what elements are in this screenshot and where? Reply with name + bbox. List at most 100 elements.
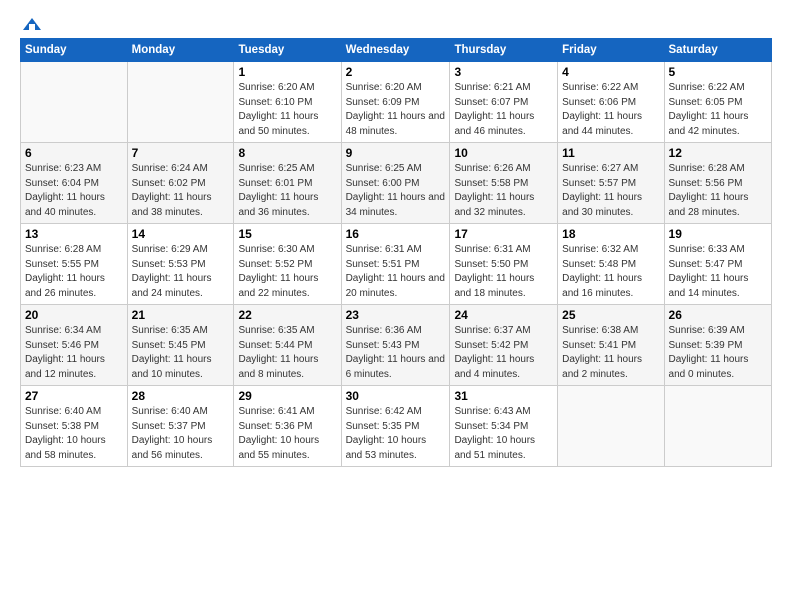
calendar-cell: 24 Sunrise: 6:37 AM Sunset: 5:42 PM Dayli… xyxy=(450,305,558,386)
calendar-week-row: 6 Sunrise: 6:23 AM Sunset: 6:04 PM Daylig… xyxy=(21,143,772,224)
calendar-cell: 13 Sunrise: 6:28 AM Sunset: 5:55 PM Dayli… xyxy=(21,224,128,305)
calendar-cell: 4 Sunrise: 6:22 AM Sunset: 6:06 PM Daylig… xyxy=(558,62,664,143)
day-info: Sunrise: 6:39 AM Sunset: 5:39 PM Dayligh… xyxy=(669,324,767,382)
weekday-header-row: SundayMondayTuesdayWednesdayThursdayFrid… xyxy=(21,39,772,62)
day-number: 9 xyxy=(346,146,446,160)
day-info: Sunrise: 6:36 AM Sunset: 5:43 PM Dayligh… xyxy=(346,324,446,382)
calendar-cell: 2 Sunrise: 6:20 AM Sunset: 6:09 PM Daylig… xyxy=(341,62,450,143)
calendar-cell: 29 Sunrise: 6:41 AM Sunset: 5:36 PM Dayli… xyxy=(234,386,341,467)
day-info: Sunrise: 6:40 AM Sunset: 5:37 PM Dayligh… xyxy=(132,405,230,463)
day-number: 30 xyxy=(346,389,446,403)
day-number: 6 xyxy=(25,146,123,160)
calendar-cell: 16 Sunrise: 6:31 AM Sunset: 5:51 PM Dayli… xyxy=(341,224,450,305)
calendar-cell: 25Sunrise: 6:38 AM Sunset: 5:41 PM Dayli… xyxy=(558,305,664,386)
day-info: Sunrise: 6:29 AM Sunset: 5:53 PM Dayligh… xyxy=(132,243,230,301)
day-info: Sunrise: 6:41 AM Sunset: 5:36 PM Dayligh… xyxy=(238,405,336,463)
day-info: Sunrise: 6:20 AM Sunset: 6:09 PM Dayligh… xyxy=(346,81,446,139)
calendar-cell: 22 Sunrise: 6:35 AM Sunset: 5:44 PM Dayli… xyxy=(234,305,341,386)
calendar-cell: 21 Sunrise: 6:35 AM Sunset: 5:45 PM Dayli… xyxy=(127,305,234,386)
day-number: 26 xyxy=(669,308,767,322)
calendar-cell: 17 Sunrise: 6:31 AM Sunset: 5:50 PM Dayli… xyxy=(450,224,558,305)
day-info: Sunrise: 6:25 AM Sunset: 6:00 PM Dayligh… xyxy=(346,162,446,220)
logo xyxy=(20,16,43,28)
calendar-cell: 12 Sunrise: 6:28 AM Sunset: 5:56 PM Dayli… xyxy=(664,143,771,224)
day-number: 7 xyxy=(132,146,230,160)
day-number: 29 xyxy=(238,389,336,403)
day-info: Sunrise: 6:25 AM Sunset: 6:01 PM Dayligh… xyxy=(238,162,336,220)
calendar-week-row: 27 Sunrise: 6:40 AM Sunset: 5:38 PM Dayli… xyxy=(21,386,772,467)
day-number: 13 xyxy=(25,227,123,241)
day-number: 27 xyxy=(25,389,123,403)
day-info: Sunrise: 6:33 AM Sunset: 5:47 PM Dayligh… xyxy=(669,243,767,301)
day-number: 16 xyxy=(346,227,446,241)
calendar-cell: 23 Sunrise: 6:36 AM Sunset: 5:43 PM Dayli… xyxy=(341,305,450,386)
day-number: 19 xyxy=(669,227,767,241)
calendar-week-row: 13 Sunrise: 6:28 AM Sunset: 5:55 PM Dayli… xyxy=(21,224,772,305)
calendar-cell xyxy=(664,386,771,467)
calendar-cell: 8 Sunrise: 6:25 AM Sunset: 6:01 PM Daylig… xyxy=(234,143,341,224)
calendar-cell: 20 Sunrise: 6:34 AM Sunset: 5:46 PM Dayli… xyxy=(21,305,128,386)
day-number: 5 xyxy=(669,65,767,79)
calendar-cell: 3Sunrise: 6:21 AM Sunset: 6:07 PM Daylig… xyxy=(450,62,558,143)
day-info: Sunrise: 6:28 AM Sunset: 5:56 PM Dayligh… xyxy=(669,162,767,220)
day-info: Sunrise: 6:30 AM Sunset: 5:52 PM Dayligh… xyxy=(238,243,336,301)
day-info: Sunrise: 6:28 AM Sunset: 5:55 PM Dayligh… xyxy=(25,243,123,301)
day-info: Sunrise: 6:34 AM Sunset: 5:46 PM Dayligh… xyxy=(25,324,123,382)
calendar-cell: 26 Sunrise: 6:39 AM Sunset: 5:39 PM Dayli… xyxy=(664,305,771,386)
day-info: Sunrise: 6:35 AM Sunset: 5:44 PM Dayligh… xyxy=(238,324,336,382)
weekday-header-saturday: Saturday xyxy=(664,39,771,62)
calendar-cell xyxy=(127,62,234,143)
calendar-cell: 19 Sunrise: 6:33 AM Sunset: 5:47 PM Dayli… xyxy=(664,224,771,305)
day-info: Sunrise: 6:22 AM Sunset: 6:05 PM Dayligh… xyxy=(669,81,767,139)
day-number: 17 xyxy=(454,227,553,241)
calendar-cell: 6 Sunrise: 6:23 AM Sunset: 6:04 PM Daylig… xyxy=(21,143,128,224)
day-info: Sunrise: 6:37 AM Sunset: 5:42 PM Dayligh… xyxy=(454,324,553,382)
calendar-week-row: 20 Sunrise: 6:34 AM Sunset: 5:46 PM Dayli… xyxy=(21,305,772,386)
day-info: Sunrise: 6:27 AM Sunset: 5:57 PM Dayligh… xyxy=(562,162,659,220)
day-number: 1 xyxy=(238,65,336,79)
day-number: 10 xyxy=(454,146,553,160)
calendar-cell xyxy=(21,62,128,143)
day-number: 24 xyxy=(454,308,553,322)
day-info: Sunrise: 6:26 AM Sunset: 5:58 PM Dayligh… xyxy=(454,162,553,220)
page: SundayMondayTuesdayWednesdayThursdayFrid… xyxy=(0,0,792,612)
day-number: 4 xyxy=(562,65,659,79)
weekday-header-friday: Friday xyxy=(558,39,664,62)
day-info: Sunrise: 6:35 AM Sunset: 5:45 PM Dayligh… xyxy=(132,324,230,382)
day-info: Sunrise: 6:42 AM Sunset: 5:35 PM Dayligh… xyxy=(346,405,446,463)
day-number: 8 xyxy=(238,146,336,160)
day-number: 14 xyxy=(132,227,230,241)
weekday-header-sunday: Sunday xyxy=(21,39,128,62)
calendar-cell xyxy=(558,386,664,467)
day-info: Sunrise: 6:24 AM Sunset: 6:02 PM Dayligh… xyxy=(132,162,230,220)
calendar-cell: 30 Sunrise: 6:42 AM Sunset: 5:35 PM Dayli… xyxy=(341,386,450,467)
calendar-cell: 27 Sunrise: 6:40 AM Sunset: 5:38 PM Dayli… xyxy=(21,386,128,467)
day-number: 21 xyxy=(132,308,230,322)
weekday-header-tuesday: Tuesday xyxy=(234,39,341,62)
day-number: 18 xyxy=(562,227,659,241)
day-number: 12 xyxy=(669,146,767,160)
weekday-header-wednesday: Wednesday xyxy=(341,39,450,62)
day-info: Sunrise: 6:23 AM Sunset: 6:04 PM Dayligh… xyxy=(25,162,123,220)
weekday-header-monday: Monday xyxy=(127,39,234,62)
calendar-cell: 1Sunrise: 6:20 AM Sunset: 6:10 PM Daylig… xyxy=(234,62,341,143)
day-number: 23 xyxy=(346,308,446,322)
logo-icon xyxy=(21,16,43,32)
day-info: Sunrise: 6:31 AM Sunset: 5:51 PM Dayligh… xyxy=(346,243,446,301)
day-number: 22 xyxy=(238,308,336,322)
day-number: 31 xyxy=(454,389,553,403)
day-number: 15 xyxy=(238,227,336,241)
day-info: Sunrise: 6:40 AM Sunset: 5:38 PM Dayligh… xyxy=(25,405,123,463)
day-number: 2 xyxy=(346,65,446,79)
calendar-cell: 11Sunrise: 6:27 AM Sunset: 5:57 PM Dayli… xyxy=(558,143,664,224)
day-info: Sunrise: 6:32 AM Sunset: 5:48 PM Dayligh… xyxy=(562,243,659,301)
calendar-cell: 28Sunrise: 6:40 AM Sunset: 5:37 PM Dayli… xyxy=(127,386,234,467)
day-info: Sunrise: 6:38 AM Sunset: 5:41 PM Dayligh… xyxy=(562,324,659,382)
calendar-cell: 14 Sunrise: 6:29 AM Sunset: 5:53 PM Dayli… xyxy=(127,224,234,305)
calendar-week-row: 1Sunrise: 6:20 AM Sunset: 6:10 PM Daylig… xyxy=(21,62,772,143)
day-number: 20 xyxy=(25,308,123,322)
header xyxy=(20,16,772,28)
calendar-cell: 15 Sunrise: 6:30 AM Sunset: 5:52 PM Dayli… xyxy=(234,224,341,305)
day-info: Sunrise: 6:31 AM Sunset: 5:50 PM Dayligh… xyxy=(454,243,553,301)
day-info: Sunrise: 6:22 AM Sunset: 6:06 PM Dayligh… xyxy=(562,81,659,139)
